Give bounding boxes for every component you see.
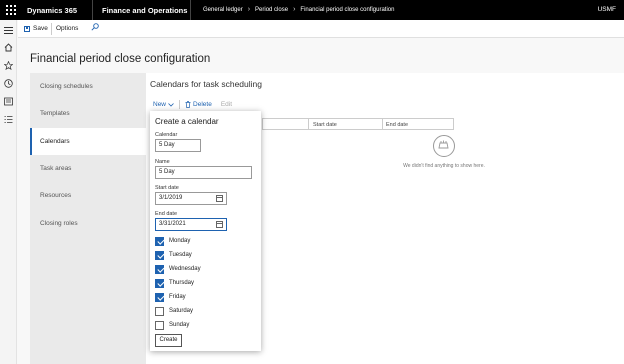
tab-resources[interactable]: Resources [30,182,146,209]
brand-title[interactable]: Dynamics 365 [27,6,77,15]
page-title: Financial period close configuration [30,53,211,65]
checkbox-checked[interactable] [155,264,164,274]
divider [92,0,93,20]
column-divider [382,119,383,129]
chevron-right-icon: › [247,6,251,13]
tab-closing-roles[interactable]: Closing roles [30,210,146,237]
vertical-tabs: Closing schedules Templates Calendars Ta… [30,73,146,364]
divider [190,0,191,20]
modules-icon[interactable] [4,97,13,106]
day-label: Saturday [169,308,194,314]
empty-state: We didn't find anything to show here. [384,135,504,169]
navigation-rail [0,20,17,364]
save-button[interactable]: Save [24,25,48,32]
tab-label: Templates [40,110,70,117]
breadcrumb-item[interactable]: General ledger [203,7,243,13]
delete-label: Delete [193,101,212,108]
calendar-icon[interactable] [216,195,223,202]
checkbox-unchecked[interactable] [155,320,164,330]
new-label: New [153,101,167,108]
search-icon[interactable] [91,23,99,31]
empty-state-text: We didn't find anything to show here. [403,163,485,169]
breadcrumb-item[interactable]: Period close [255,7,288,13]
day-checkbox-sunday[interactable]: Sunday [155,320,189,330]
name-label: Name [155,159,170,165]
end-date-field[interactable]: 3/31/2021 [155,218,227,231]
edit-button[interactable]: Edit [221,101,232,108]
clock-icon[interactable] [4,79,13,88]
start-date-label: Start date [155,185,179,191]
column-header-end-date[interactable]: End date [386,122,408,128]
calendar-label: Calendar [155,132,178,138]
trash-icon [185,101,191,108]
tab-label: Task areas [40,165,72,172]
column-header-start-date[interactable]: Start date [313,122,337,128]
tab-label: Calendars [40,138,70,145]
tab-templates[interactable]: Templates [30,100,146,127]
divider [51,23,52,35]
grid-header: Start date End date [262,118,454,130]
checkbox-checked[interactable] [155,250,164,260]
calendar-field[interactable]: 5 Day [155,139,201,152]
create-button[interactable]: Create [155,334,182,347]
tab-label: Resources [40,192,72,199]
chevron-down-icon [168,102,174,107]
tab-task-areas[interactable]: Task areas [30,155,146,182]
new-button[interactable]: New [153,101,174,108]
name-field[interactable]: 5 Day [155,166,252,179]
checkbox-checked[interactable] [155,278,164,288]
delete-button[interactable]: Delete [185,101,212,108]
hamburger-icon[interactable] [4,26,13,35]
day-checkbox-thursday[interactable]: Thursday [155,278,194,288]
home-icon[interactable] [4,43,13,52]
end-date-label: End date [155,211,178,217]
tab-calendars[interactable]: Calendars [30,128,146,155]
empty-state-icon [433,135,455,157]
checkbox-checked[interactable] [155,236,164,246]
tab-label: Closing roles [40,220,78,227]
create-calendar-dialog: Create a calendar Calendar 5 Day Name 5 … [150,111,261,351]
star-icon[interactable] [3,60,14,71]
breadcrumb: General ledger › Period close › Financia… [203,6,394,13]
options-button[interactable]: Options [56,25,78,32]
day-label: Tuesday [169,252,192,258]
action-pane: Save Options [18,20,624,38]
day-label: Monday [169,238,191,244]
grid-toolbar: New Delete Edit [153,100,232,109]
day-label: Friday [169,294,186,300]
day-checkbox-saturday[interactable]: Saturday [155,306,193,316]
company-selector[interactable]: USMF [598,6,616,13]
save-label: Save [33,25,48,32]
day-checkbox-wednesday[interactable]: Wednesday [155,264,201,274]
dialog-title: Create a calendar [155,117,219,126]
day-label: Wednesday [169,266,201,272]
day-label: Thursday [169,280,195,286]
day-checkbox-tuesday[interactable]: Tuesday [155,250,192,260]
app-title[interactable]: Finance and Operations [102,6,187,15]
chevron-right-icon: › [293,6,296,13]
breadcrumb-item[interactable]: Financial period close configuration [300,7,394,13]
calendar-icon[interactable] [216,221,223,228]
column-divider [308,119,309,129]
checkbox-checked[interactable] [155,292,164,302]
tab-closing-schedules[interactable]: Closing schedules [30,73,146,100]
start-date-value: 3/1/2019 [159,195,183,201]
day-label: Sunday [169,322,190,328]
tab-label: Closing schedules [40,83,93,90]
day-checkbox-friday[interactable]: Friday [155,292,186,302]
save-icon [24,25,30,32]
list-icon[interactable] [4,115,13,124]
app-launcher-icon[interactable] [6,5,16,15]
section-heading: Calendars for task scheduling [150,79,262,89]
divider [179,100,181,109]
checkbox-unchecked[interactable] [155,306,164,316]
start-date-field[interactable]: 3/1/2019 [155,192,227,205]
end-date-value: 3/31/2021 [159,221,186,227]
top-bar: Dynamics 365 Finance and Operations Gene… [0,0,624,20]
day-checkbox-monday[interactable]: Monday [155,236,190,246]
